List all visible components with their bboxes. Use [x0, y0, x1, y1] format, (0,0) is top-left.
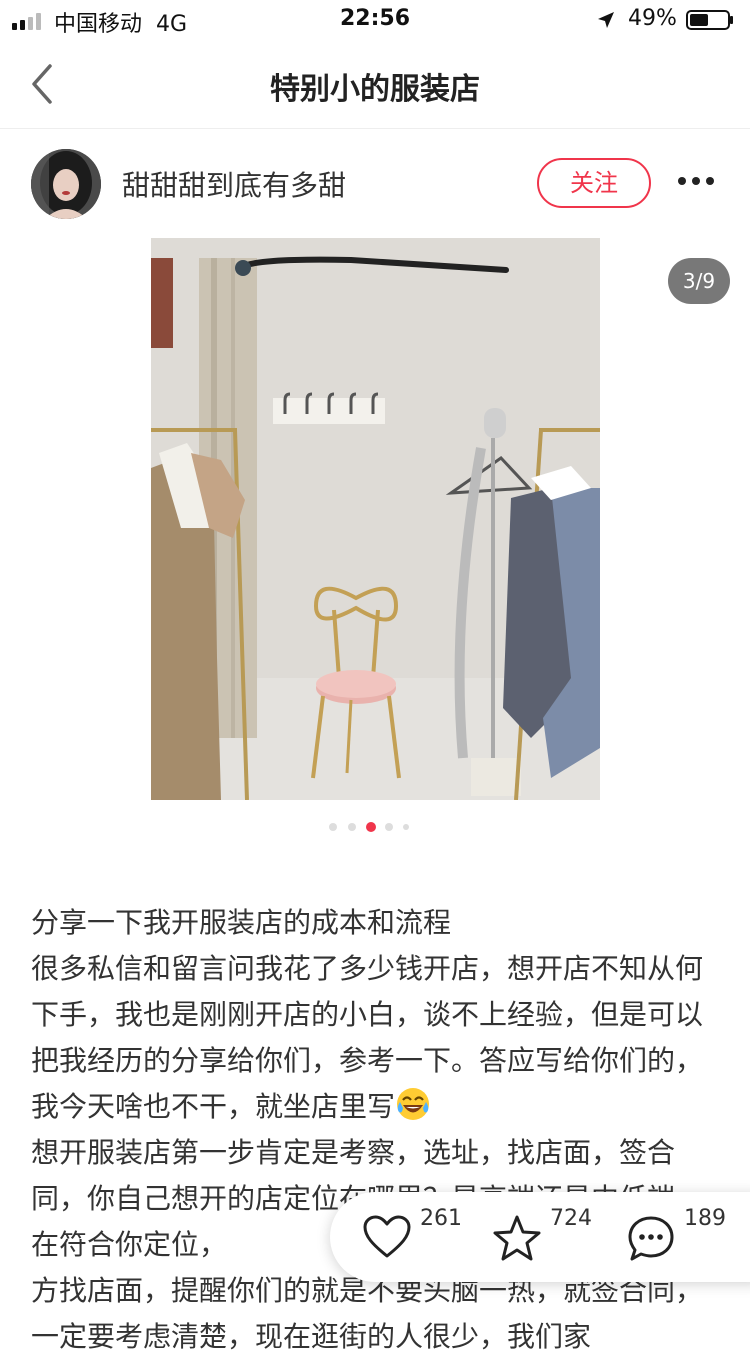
fitting-room-image: [151, 238, 600, 800]
carousel-dot[interactable]: [385, 823, 393, 831]
favorite-button[interactable]: 724: [490, 1192, 610, 1282]
follow-button[interactable]: 关注: [537, 158, 651, 208]
page-title: 特别小的服装店: [270, 72, 480, 107]
more-dots-icon[interactable]: [676, 174, 716, 188]
status-bar: 中国移动 4G 22:56 49%: [0, 0, 750, 40]
nav-bar: 特别小的服装店: [0, 40, 750, 129]
floating-action-bar: 261 724 189: [330, 1192, 750, 1282]
carousel-dot[interactable]: [348, 823, 356, 831]
comment-count: 189: [684, 1206, 726, 1231]
post-content: 分享一下我开服装店的成本和流程 很多私信和留言问我花了多少钱开店，想开店不知从何…: [31, 900, 721, 1360]
favorite-count: 724: [550, 1206, 592, 1231]
avatar[interactable]: [31, 149, 101, 219]
like-count: 261: [420, 1206, 462, 1231]
post-paragraph: 很多私信和留言问我花了多少钱开店，想开店不知从何下手，我也是刚刚开店的小白，谈不…: [31, 952, 704, 1123]
laughing-tears-emoji: [397, 1088, 430, 1120]
battery-icon: [686, 10, 733, 30]
comment-bubble-icon: [628, 1216, 674, 1261]
location-arrow-icon: [598, 12, 614, 28]
star-icon: [493, 1215, 541, 1261]
heart-icon: [363, 1215, 411, 1258]
like-button[interactable]: 261: [360, 1192, 480, 1282]
comment-button[interactable]: 189: [624, 1192, 750, 1282]
post-photo[interactable]: [151, 238, 600, 800]
image-counter-badge: 3/9: [668, 258, 730, 304]
author-row: 甜甜甜到底有多甜 关注: [0, 140, 750, 228]
battery-percent: 49%: [628, 6, 677, 31]
post-title-line: 分享一下我开服装店的成本和流程: [31, 906, 452, 939]
carousel-dots: [329, 821, 419, 833]
author-name[interactable]: 甜甜甜到底有多甜: [122, 164, 346, 204]
carousel-dot[interactable]: [329, 823, 337, 831]
carousel-dot-active[interactable]: [366, 822, 376, 832]
carousel-dot[interactable]: [403, 824, 409, 830]
